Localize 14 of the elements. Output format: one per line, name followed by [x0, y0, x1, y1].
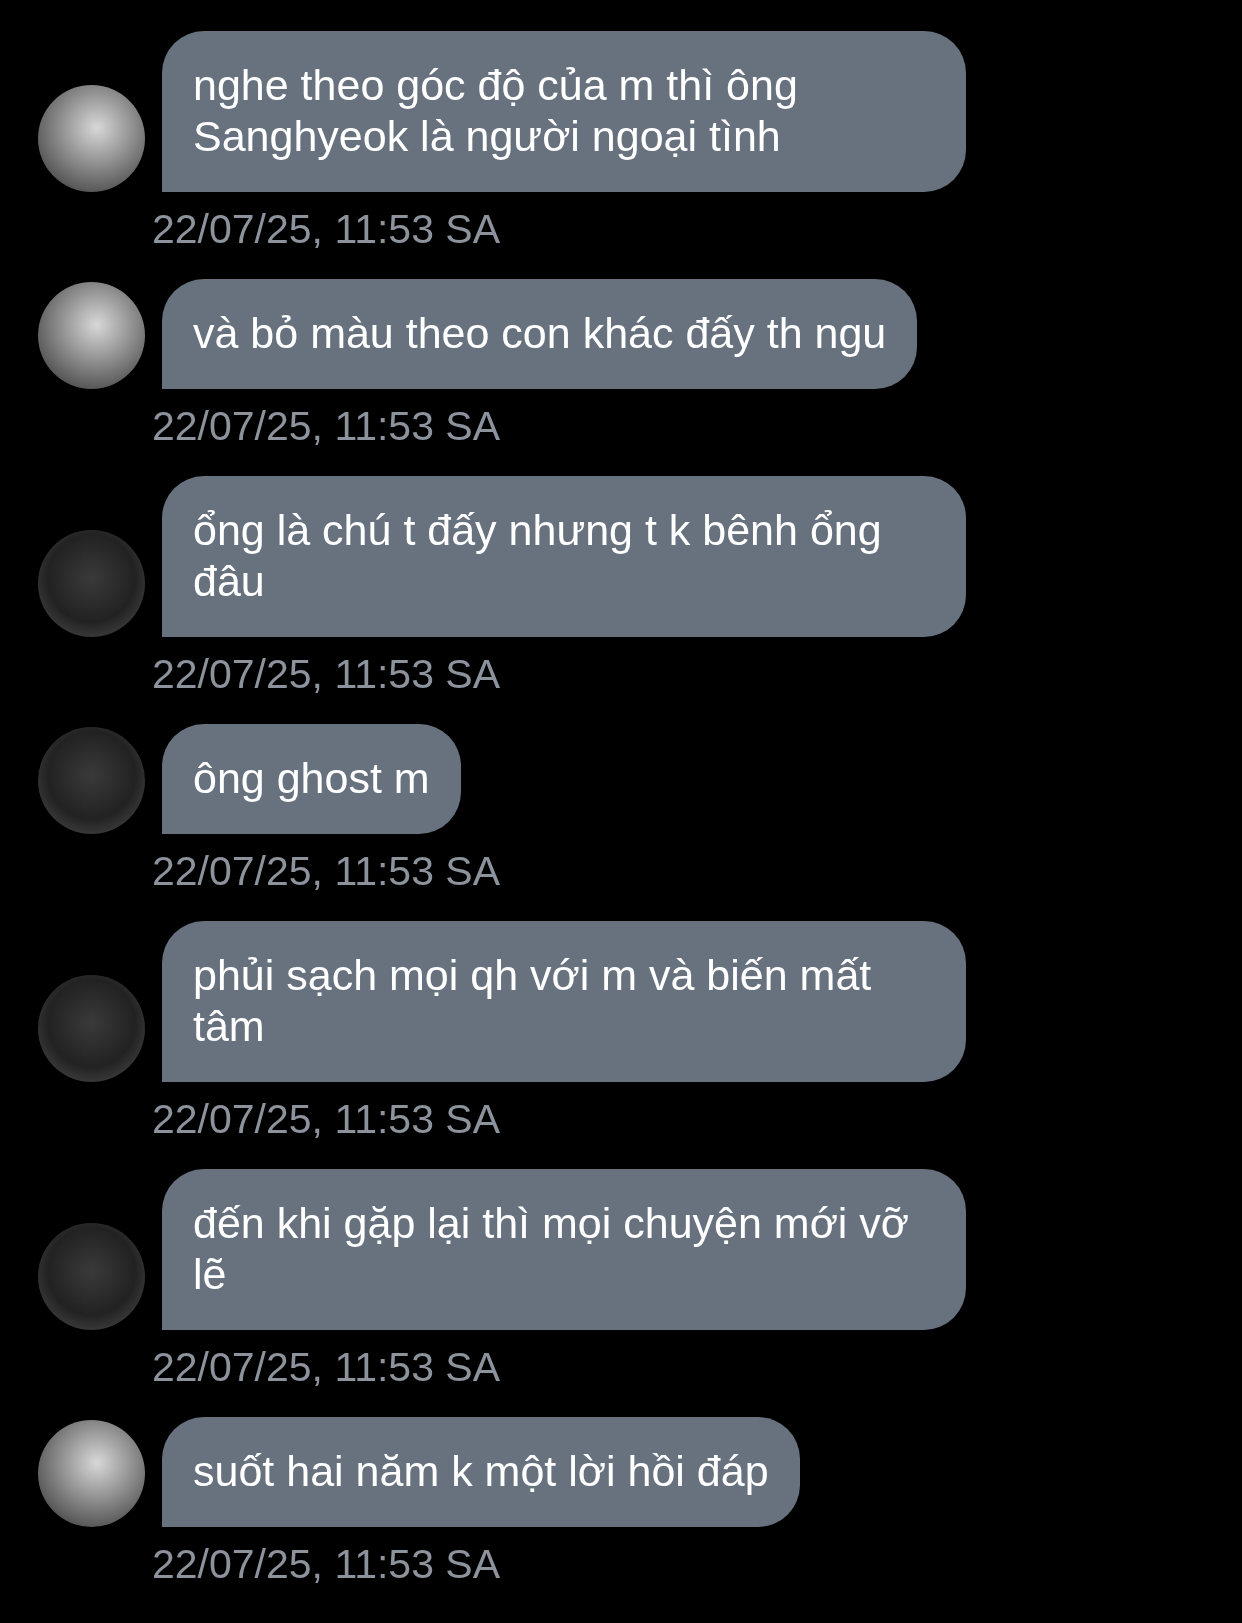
message-bubble: nghe theo góc độ của m thì ông Sanghyeok là người ngoại tình: [162, 31, 966, 192]
message-timestamp: 22/07/25, 11:53 SA: [152, 1096, 501, 1142]
message-bubble: và bỏ màu theo con khác đấy th ngu: [162, 279, 918, 389]
message-bubble: ổng là chú t đấy nhưng t k bênh ổng đâu: [162, 476, 966, 637]
message-timestamp: 22/07/25, 11:53 SA: [152, 848, 501, 894]
message-bubble: đến khi gặp lại thì mọi chuyện mới vỡ lẽ: [162, 1169, 966, 1330]
message-timestamp: 22/07/25, 11:53 SA: [152, 403, 501, 449]
message-timestamp: 22/07/25, 11:53 SA: [152, 1541, 501, 1587]
message-bubble: phủi sạch mọi qh với m và biến mất tâm: [162, 921, 966, 1082]
message-bubble: ông ghost m: [162, 724, 461, 834]
message-bubble: suốt hai năm k một lời hồi đáp: [162, 1417, 800, 1527]
message-timestamp: 22/07/25, 11:53 SA: [152, 206, 501, 252]
message-timestamp: 22/07/25, 11:53 SA: [152, 1344, 501, 1390]
message-timestamp: 22/07/25, 11:53 SA: [152, 651, 501, 697]
